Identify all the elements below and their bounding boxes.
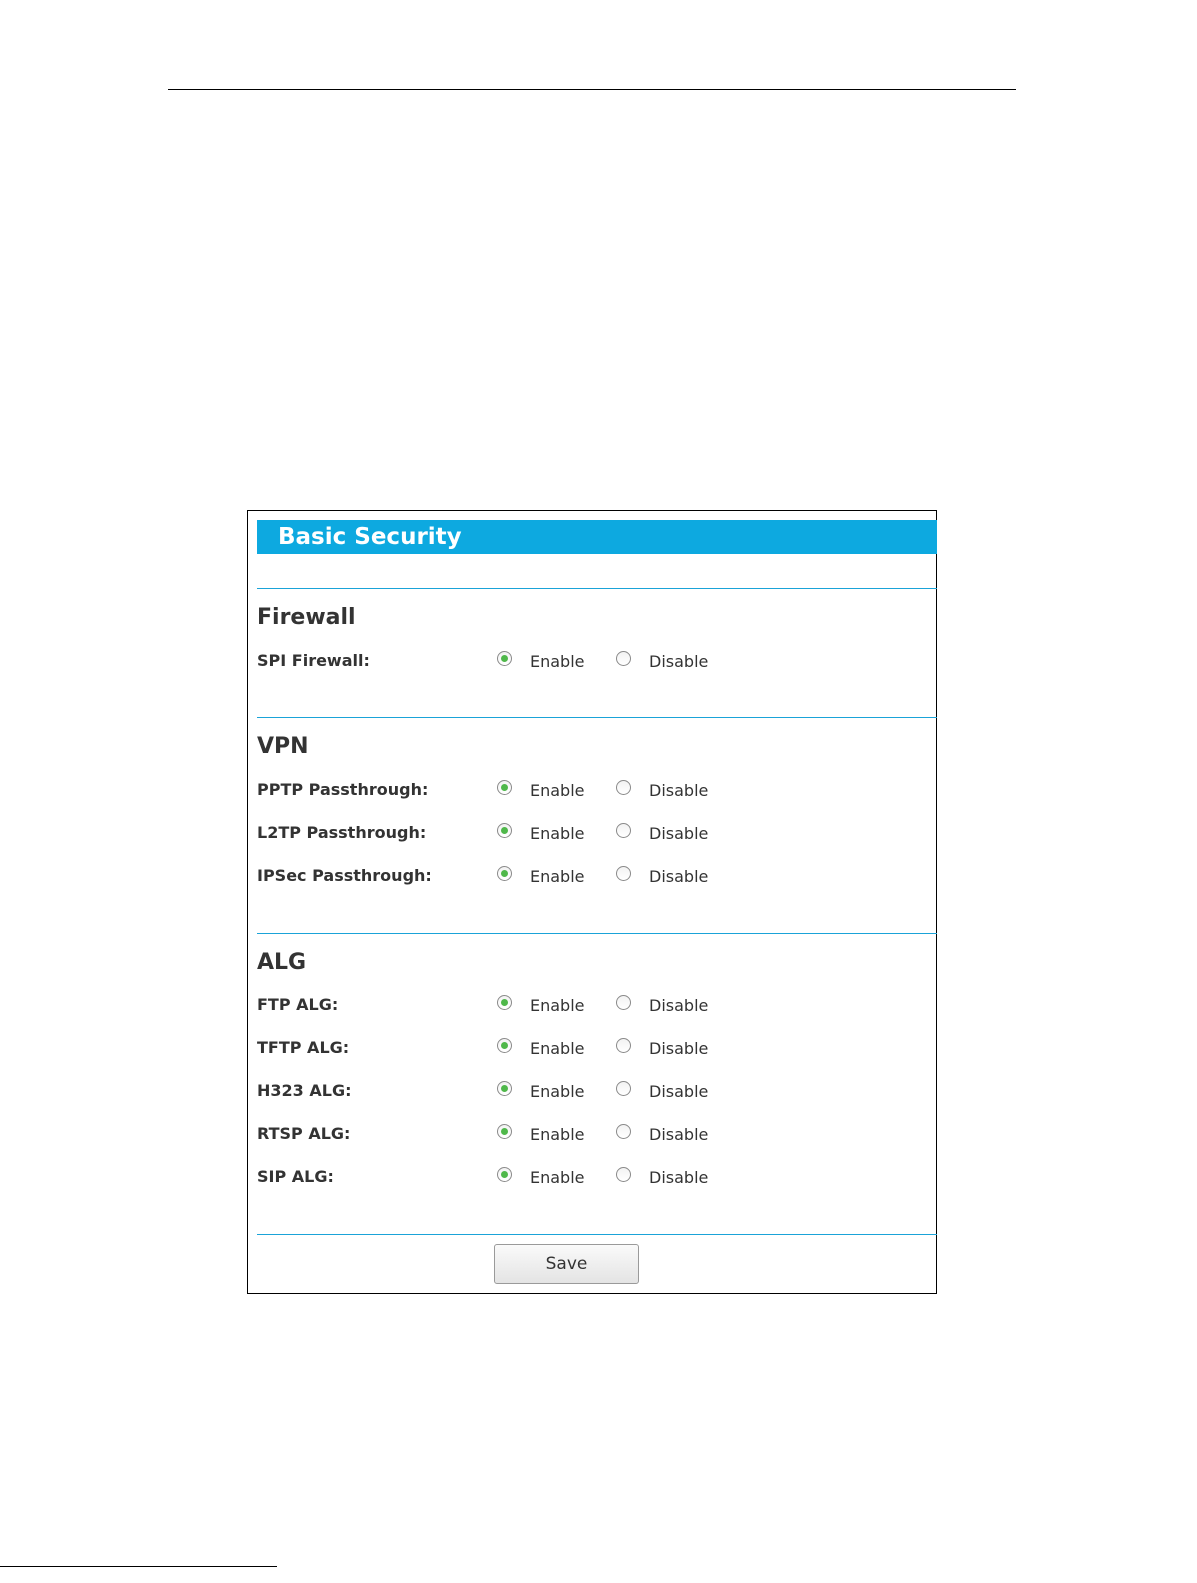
sip-alg-enable-radio[interactable]: [497, 1167, 512, 1182]
row-label: RTSP ALG:: [257, 1124, 351, 1143]
enable-option-label[interactable]: Enable: [530, 1167, 585, 1189]
row-l2tp-passthrough: L2TP Passthrough: Enable Disable: [257, 822, 857, 844]
row-label: H323 ALG:: [257, 1081, 352, 1100]
row-h323-alg: H323 ALG: Enable Disable: [257, 1080, 857, 1102]
section-heading-alg: ALG: [257, 950, 307, 975]
row-label: L2TP Passthrough:: [257, 823, 427, 842]
row-sip-alg: SIP ALG: Enable Disable: [257, 1166, 857, 1188]
section-heading-vpn: VPN: [257, 734, 309, 759]
h323-alg-enable-radio[interactable]: [497, 1081, 512, 1096]
ftp-alg-enable-radio[interactable]: [497, 995, 512, 1010]
disable-option-label[interactable]: Disable: [649, 995, 708, 1017]
sip-alg-disable-radio[interactable]: [616, 1167, 631, 1182]
rtsp-alg-enable-radio[interactable]: [497, 1124, 512, 1139]
row-label: TFTP ALG:: [257, 1038, 350, 1057]
disable-option-label[interactable]: Disable: [649, 866, 708, 888]
divider: [257, 1234, 937, 1235]
enable-option-label[interactable]: Enable: [530, 1038, 585, 1060]
row-tftp-alg: TFTP ALG: Enable Disable: [257, 1037, 857, 1059]
divider: [257, 717, 937, 718]
row-ftp-alg: FTP ALG: Enable Disable: [257, 994, 857, 1016]
tftp-alg-disable-radio[interactable]: [616, 1038, 631, 1053]
enable-option-label[interactable]: Enable: [530, 866, 585, 888]
divider: [257, 933, 937, 934]
enable-option-label[interactable]: Enable: [530, 1124, 585, 1146]
disable-option-label[interactable]: Disable: [649, 823, 708, 845]
l2tp-passthrough-enable-radio[interactable]: [497, 823, 512, 838]
h323-alg-disable-radio[interactable]: [616, 1081, 631, 1096]
spi-firewall-enable-radio[interactable]: [497, 651, 512, 666]
pptp-passthrough-disable-radio[interactable]: [616, 780, 631, 795]
basic-security-panel: Basic Security Firewall SPI Firewall: En…: [247, 510, 937, 1294]
row-label: SIP ALG:: [257, 1167, 334, 1186]
pptp-passthrough-enable-radio[interactable]: [497, 780, 512, 795]
rtsp-alg-disable-radio[interactable]: [616, 1124, 631, 1139]
row-label: SPI Firewall:: [257, 651, 370, 670]
row-pptp-passthrough: PPTP Passthrough: Enable Disable: [257, 779, 857, 801]
save-button[interactable]: Save: [494, 1244, 639, 1284]
row-label: IPSec Passthrough:: [257, 866, 432, 885]
spi-firewall-disable-radio[interactable]: [616, 651, 631, 666]
row-spi-firewall: SPI Firewall: Enable Disable: [257, 650, 857, 672]
ipsec-passthrough-disable-radio[interactable]: [616, 866, 631, 881]
ipsec-passthrough-enable-radio[interactable]: [497, 866, 512, 881]
l2tp-passthrough-disable-radio[interactable]: [616, 823, 631, 838]
disable-option-label[interactable]: Disable: [649, 651, 708, 673]
disable-option-label[interactable]: Disable: [649, 780, 708, 802]
row-label: FTP ALG:: [257, 995, 339, 1014]
document-header-rule: [168, 89, 1016, 90]
enable-option-label[interactable]: Enable: [530, 651, 585, 673]
enable-option-label[interactable]: Enable: [530, 995, 585, 1017]
panel-title-bar: Basic Security: [257, 520, 937, 554]
disable-option-label[interactable]: Disable: [649, 1038, 708, 1060]
panel-title: Basic Security: [278, 524, 462, 550]
divider: [257, 588, 937, 589]
enable-option-label[interactable]: Enable: [530, 1081, 585, 1103]
document-footer-rule: [0, 1566, 277, 1567]
enable-option-label[interactable]: Enable: [530, 823, 585, 845]
row-label: PPTP Passthrough:: [257, 780, 429, 799]
enable-option-label[interactable]: Enable: [530, 780, 585, 802]
row-ipsec-passthrough: IPSec Passthrough: Enable Disable: [257, 865, 857, 887]
disable-option-label[interactable]: Disable: [649, 1124, 708, 1146]
ftp-alg-disable-radio[interactable]: [616, 995, 631, 1010]
row-rtsp-alg: RTSP ALG: Enable Disable: [257, 1123, 857, 1145]
tftp-alg-enable-radio[interactable]: [497, 1038, 512, 1053]
disable-option-label[interactable]: Disable: [649, 1081, 708, 1103]
disable-option-label[interactable]: Disable: [649, 1167, 708, 1189]
section-heading-firewall: Firewall: [257, 605, 356, 630]
